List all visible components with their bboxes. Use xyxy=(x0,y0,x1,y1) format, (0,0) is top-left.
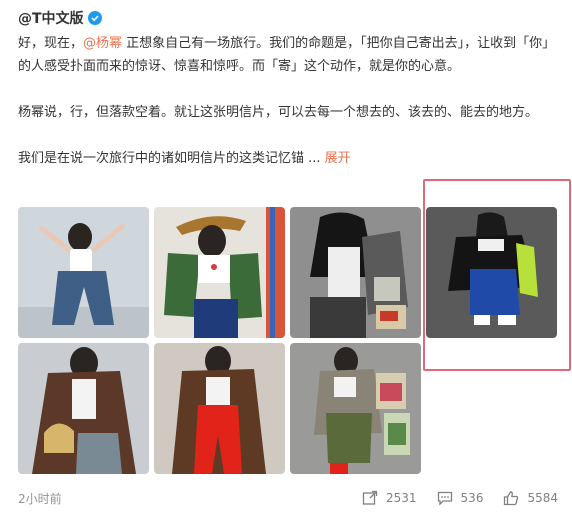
comment-button[interactable]: 536 xyxy=(437,490,484,506)
verified-badge-icon xyxy=(87,11,102,25)
like-button[interactable]: 5584 xyxy=(503,490,558,506)
repost-icon xyxy=(362,490,378,505)
photo-thumbnail[interactable] xyxy=(154,207,285,338)
expand-link[interactable]: 展开 xyxy=(325,151,351,166)
author-name[interactable]: @T中文版 xyxy=(18,8,84,28)
post-text: 好，现在，@杨幂 正想象自己有一场旅行。我们的命题是，「把你自己寄出去」，让收到… xyxy=(18,32,558,170)
photo-thumbnail[interactable] xyxy=(18,207,149,338)
comment-icon xyxy=(437,491,452,506)
photo-thumbnail[interactable] xyxy=(18,343,149,474)
repost-button[interactable]: 2531 xyxy=(362,490,417,506)
post-text-paragraph-2: 杨幂说，行，但落款空着。就让这张明信片，可以去每一个想去的、该去的、能去的地方。 xyxy=(18,105,539,120)
post-time[interactable]: 2小时前 xyxy=(18,490,342,507)
like-icon xyxy=(504,491,519,506)
post-text-lead: 好，现在， xyxy=(18,36,84,51)
photo-thumbnail[interactable] xyxy=(290,343,421,474)
mention-link[interactable]: @杨幂 xyxy=(83,36,122,51)
selection-highlight xyxy=(423,179,571,371)
photo-thumbnail[interactable] xyxy=(154,343,285,474)
like-count: 5584 xyxy=(527,491,558,505)
post-text-paragraph-3: 我们是在说一次旅行中的诸如明信片的这类记忆锚 ... xyxy=(18,151,321,166)
post-footer: 2小时前 2531 536 5584 xyxy=(18,486,558,510)
repost-count: 2531 xyxy=(386,491,417,505)
post-author[interactable]: @T中文版 xyxy=(18,8,102,28)
photo-thumbnail[interactable] xyxy=(290,207,421,338)
comment-count: 536 xyxy=(460,491,484,505)
